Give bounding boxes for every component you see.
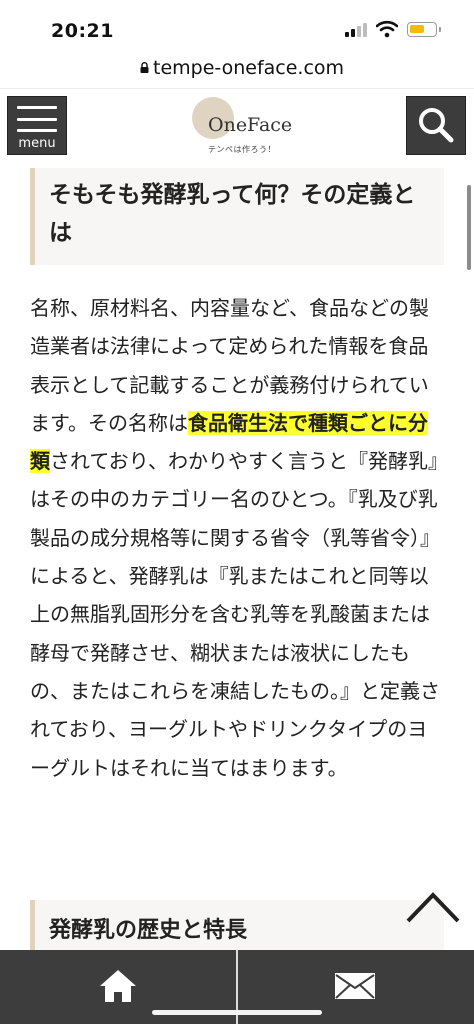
section-heading-2-text: 発酵乳の歴史と特長 [49, 918, 248, 943]
section-heading-2: 発酵乳の歴史と特長 [30, 900, 444, 956]
battery-icon [407, 22, 437, 37]
url-text[interactable]: tempe-oneface.com [153, 57, 344, 79]
search-button[interactable] [406, 96, 466, 155]
site-logo[interactable]: OneFace [208, 114, 292, 136]
home-icon[interactable] [98, 968, 138, 1004]
article-paragraph: 名称、原材料名、内容量など、食品などの製造業者は法律によって定められた情報を食品… [30, 289, 446, 787]
cellular-signal-icon [345, 23, 369, 37]
wifi-icon [376, 20, 398, 38]
status-time: 20:21 [51, 20, 114, 42]
paragraph-text-continued: されており、わかりやすく言うと『発酵乳』はその中のカテゴリー名のひとつ。『乳及び… [30, 449, 440, 780]
search-icon [419, 108, 454, 143]
menu-label: menu [18, 136, 56, 151]
site-tagline: テンペは作ろう！ [208, 145, 276, 154]
menu-button[interactable]: menu [7, 96, 67, 155]
mail-icon[interactable] [334, 972, 376, 1000]
section-heading-text: そもそも発酵乳って何？その定義とは [49, 182, 416, 246]
lock-icon [140, 62, 149, 73]
home-indicator [152, 1010, 322, 1015]
menu-icon [17, 106, 57, 109]
back-to-top-icon[interactable] [404, 885, 462, 927]
section-heading: そもそも発酵乳って何？その定義とは [30, 168, 444, 265]
scrollbar[interactable] [467, 185, 471, 270]
battery-cap [439, 27, 441, 32]
